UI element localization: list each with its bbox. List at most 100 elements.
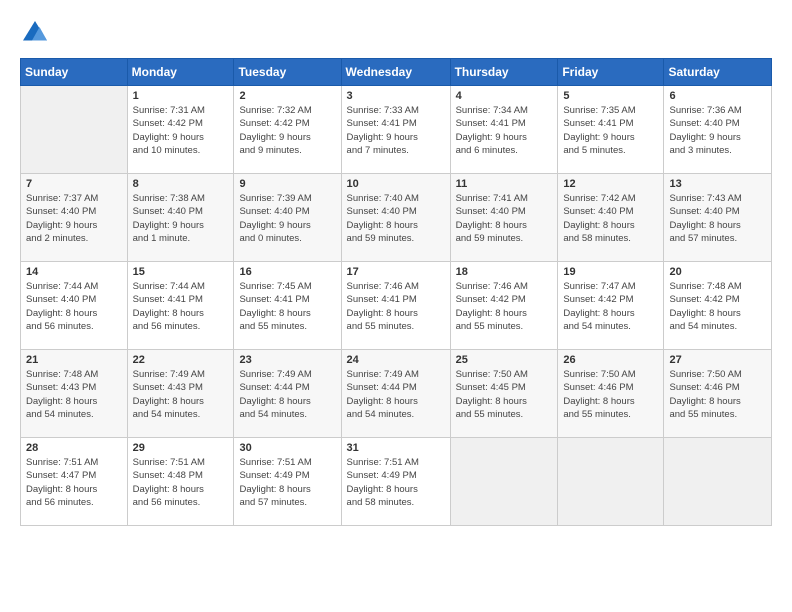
day-info: Sunrise: 7:51 AMSunset: 4:48 PMDaylight:…: [133, 456, 229, 509]
day-number: 18: [456, 266, 553, 278]
calendar-cell: 3 Sunrise: 7:33 AMSunset: 4:41 PMDaylight…: [341, 86, 450, 174]
day-info: Sunrise: 7:51 AMSunset: 4:49 PMDaylight:…: [347, 456, 445, 509]
day-number: 28: [26, 442, 122, 454]
day-number: 4: [456, 90, 553, 102]
calendar-cell: 31 Sunrise: 7:51 AMSunset: 4:49 PMDayligh…: [341, 438, 450, 526]
day-number: 8: [133, 178, 229, 190]
day-number: 26: [563, 354, 658, 366]
day-info: Sunrise: 7:34 AMSunset: 4:41 PMDaylight:…: [456, 104, 553, 157]
calendar-cell: 29 Sunrise: 7:51 AMSunset: 4:48 PMDayligh…: [127, 438, 234, 526]
calendar-cell: 16 Sunrise: 7:45 AMSunset: 4:41 PMDayligh…: [234, 262, 341, 350]
weekday-header: Saturday: [664, 59, 772, 86]
day-number: 7: [26, 178, 122, 190]
day-info: Sunrise: 7:48 AMSunset: 4:43 PMDaylight:…: [26, 368, 122, 421]
calendar-week-row: 1 Sunrise: 7:31 AMSunset: 4:42 PMDaylight…: [21, 86, 772, 174]
weekday-header: Thursday: [450, 59, 558, 86]
day-info: Sunrise: 7:33 AMSunset: 4:41 PMDaylight:…: [347, 104, 445, 157]
calendar-cell: 13Sunrise: 7:43 AMSunset: 4:40 PMDayligh…: [664, 174, 772, 262]
weekday-header: Friday: [558, 59, 664, 86]
day-number: 12: [563, 178, 658, 190]
calendar-cell: 11Sunrise: 7:41 AMSunset: 4:40 PMDayligh…: [450, 174, 558, 262]
calendar-cell: 19 Sunrise: 7:47 AMSunset: 4:42 PMDayligh…: [558, 262, 664, 350]
day-number: 20: [669, 266, 766, 278]
day-info: Sunrise: 7:50 AMSunset: 4:46 PMDaylight:…: [563, 368, 658, 421]
calendar-cell: [450, 438, 558, 526]
day-number: 21: [26, 354, 122, 366]
day-info: Sunrise: 7:35 AMSunset: 4:41 PMDaylight:…: [563, 104, 658, 157]
calendar-cell: 15Sunrise: 7:44 AMSunset: 4:41 PMDayligh…: [127, 262, 234, 350]
calendar-week-row: 7 Sunrise: 7:37 AMSunset: 4:40 PMDaylight…: [21, 174, 772, 262]
calendar-cell: [558, 438, 664, 526]
header: [20, 18, 772, 48]
calendar-cell: 20 Sunrise: 7:48 AMSunset: 4:42 PMDayligh…: [664, 262, 772, 350]
day-info: Sunrise: 7:38 AMSunset: 4:40 PMDaylight:…: [133, 192, 229, 245]
calendar-cell: 21 Sunrise: 7:48 AMSunset: 4:43 PMDayligh…: [21, 350, 128, 438]
day-info: Sunrise: 7:49 AMSunset: 4:44 PMDaylight:…: [347, 368, 445, 421]
day-number: 16: [239, 266, 335, 278]
day-number: 19: [563, 266, 658, 278]
day-info: Sunrise: 7:46 AMSunset: 4:41 PMDaylight:…: [347, 280, 445, 333]
calendar-cell: 17 Sunrise: 7:46 AMSunset: 4:41 PMDayligh…: [341, 262, 450, 350]
day-info: Sunrise: 7:37 AMSunset: 4:40 PMDaylight:…: [26, 192, 122, 245]
calendar-cell: 6Sunrise: 7:36 AMSunset: 4:40 PMDaylight…: [664, 86, 772, 174]
calendar-cell: 28Sunrise: 7:51 AMSunset: 4:47 PMDayligh…: [21, 438, 128, 526]
weekday-header: Sunday: [21, 59, 128, 86]
day-info: Sunrise: 7:48 AMSunset: 4:42 PMDaylight:…: [669, 280, 766, 333]
day-info: Sunrise: 7:50 AMSunset: 4:45 PMDaylight:…: [456, 368, 553, 421]
calendar-cell: 27 Sunrise: 7:50 AMSunset: 4:46 PMDayligh…: [664, 350, 772, 438]
day-number: 23: [239, 354, 335, 366]
day-info: Sunrise: 7:46 AMSunset: 4:42 PMDaylight:…: [456, 280, 553, 333]
calendar-cell: [21, 86, 128, 174]
calendar-body: 1 Sunrise: 7:31 AMSunset: 4:42 PMDaylight…: [21, 86, 772, 526]
day-info: Sunrise: 7:44 AMSunset: 4:41 PMDaylight:…: [133, 280, 229, 333]
day-info: Sunrise: 7:49 AMSunset: 4:43 PMDaylight:…: [133, 368, 229, 421]
calendar-cell: 9 Sunrise: 7:39 AMSunset: 4:40 PMDaylight…: [234, 174, 341, 262]
calendar-cell: 1 Sunrise: 7:31 AMSunset: 4:42 PMDaylight…: [127, 86, 234, 174]
calendar-week-row: 21 Sunrise: 7:48 AMSunset: 4:43 PMDayligh…: [21, 350, 772, 438]
day-number: 2: [239, 90, 335, 102]
calendar-cell: 2 Sunrise: 7:32 AMSunset: 4:42 PMDaylight…: [234, 86, 341, 174]
day-number: 1: [133, 90, 229, 102]
calendar-cell: 22Sunrise: 7:49 AMSunset: 4:43 PMDayligh…: [127, 350, 234, 438]
day-number: 27: [669, 354, 766, 366]
logo-icon: [20, 18, 50, 48]
day-info: Sunrise: 7:31 AMSunset: 4:42 PMDaylight:…: [133, 104, 229, 157]
page: SundayMondayTuesdayWednesdayThursdayFrid…: [0, 0, 792, 612]
day-info: Sunrise: 7:50 AMSunset: 4:46 PMDaylight:…: [669, 368, 766, 421]
calendar-cell: 4 Sunrise: 7:34 AMSunset: 4:41 PMDaylight…: [450, 86, 558, 174]
calendar-cell: 14Sunrise: 7:44 AMSunset: 4:40 PMDayligh…: [21, 262, 128, 350]
day-info: Sunrise: 7:42 AMSunset: 4:40 PMDaylight:…: [563, 192, 658, 245]
calendar-cell: 5Sunrise: 7:35 AMSunset: 4:41 PMDaylight…: [558, 86, 664, 174]
day-info: Sunrise: 7:49 AMSunset: 4:44 PMDaylight:…: [239, 368, 335, 421]
calendar-cell: 24 Sunrise: 7:49 AMSunset: 4:44 PMDayligh…: [341, 350, 450, 438]
calendar-cell: 25Sunrise: 7:50 AMSunset: 4:45 PMDayligh…: [450, 350, 558, 438]
day-number: 31: [347, 442, 445, 454]
calendar-cell: 7 Sunrise: 7:37 AMSunset: 4:40 PMDaylight…: [21, 174, 128, 262]
day-info: Sunrise: 7:51 AMSunset: 4:49 PMDaylight:…: [239, 456, 335, 509]
day-number: 13: [669, 178, 766, 190]
day-number: 9: [239, 178, 335, 190]
day-number: 3: [347, 90, 445, 102]
day-info: Sunrise: 7:47 AMSunset: 4:42 PMDaylight:…: [563, 280, 658, 333]
day-number: 11: [456, 178, 553, 190]
calendar-cell: 18 Sunrise: 7:46 AMSunset: 4:42 PMDayligh…: [450, 262, 558, 350]
weekday-row: SundayMondayTuesdayWednesdayThursdayFrid…: [21, 59, 772, 86]
day-info: Sunrise: 7:44 AMSunset: 4:40 PMDaylight:…: [26, 280, 122, 333]
day-number: 29: [133, 442, 229, 454]
day-info: Sunrise: 7:39 AMSunset: 4:40 PMDaylight:…: [239, 192, 335, 245]
calendar-week-row: 14Sunrise: 7:44 AMSunset: 4:40 PMDayligh…: [21, 262, 772, 350]
day-number: 17: [347, 266, 445, 278]
day-info: Sunrise: 7:45 AMSunset: 4:41 PMDaylight:…: [239, 280, 335, 333]
weekday-header: Tuesday: [234, 59, 341, 86]
day-number: 24: [347, 354, 445, 366]
calendar-cell: 8 Sunrise: 7:38 AMSunset: 4:40 PMDaylight…: [127, 174, 234, 262]
calendar-header: SundayMondayTuesdayWednesdayThursdayFrid…: [21, 59, 772, 86]
day-info: Sunrise: 7:36 AMSunset: 4:40 PMDaylight:…: [669, 104, 766, 157]
day-number: 10: [347, 178, 445, 190]
calendar-cell: [664, 438, 772, 526]
day-info: Sunrise: 7:40 AMSunset: 4:40 PMDaylight:…: [347, 192, 445, 245]
day-number: 30: [239, 442, 335, 454]
calendar-cell: 23 Sunrise: 7:49 AMSunset: 4:44 PMDayligh…: [234, 350, 341, 438]
calendar-week-row: 28Sunrise: 7:51 AMSunset: 4:47 PMDayligh…: [21, 438, 772, 526]
day-info: Sunrise: 7:32 AMSunset: 4:42 PMDaylight:…: [239, 104, 335, 157]
